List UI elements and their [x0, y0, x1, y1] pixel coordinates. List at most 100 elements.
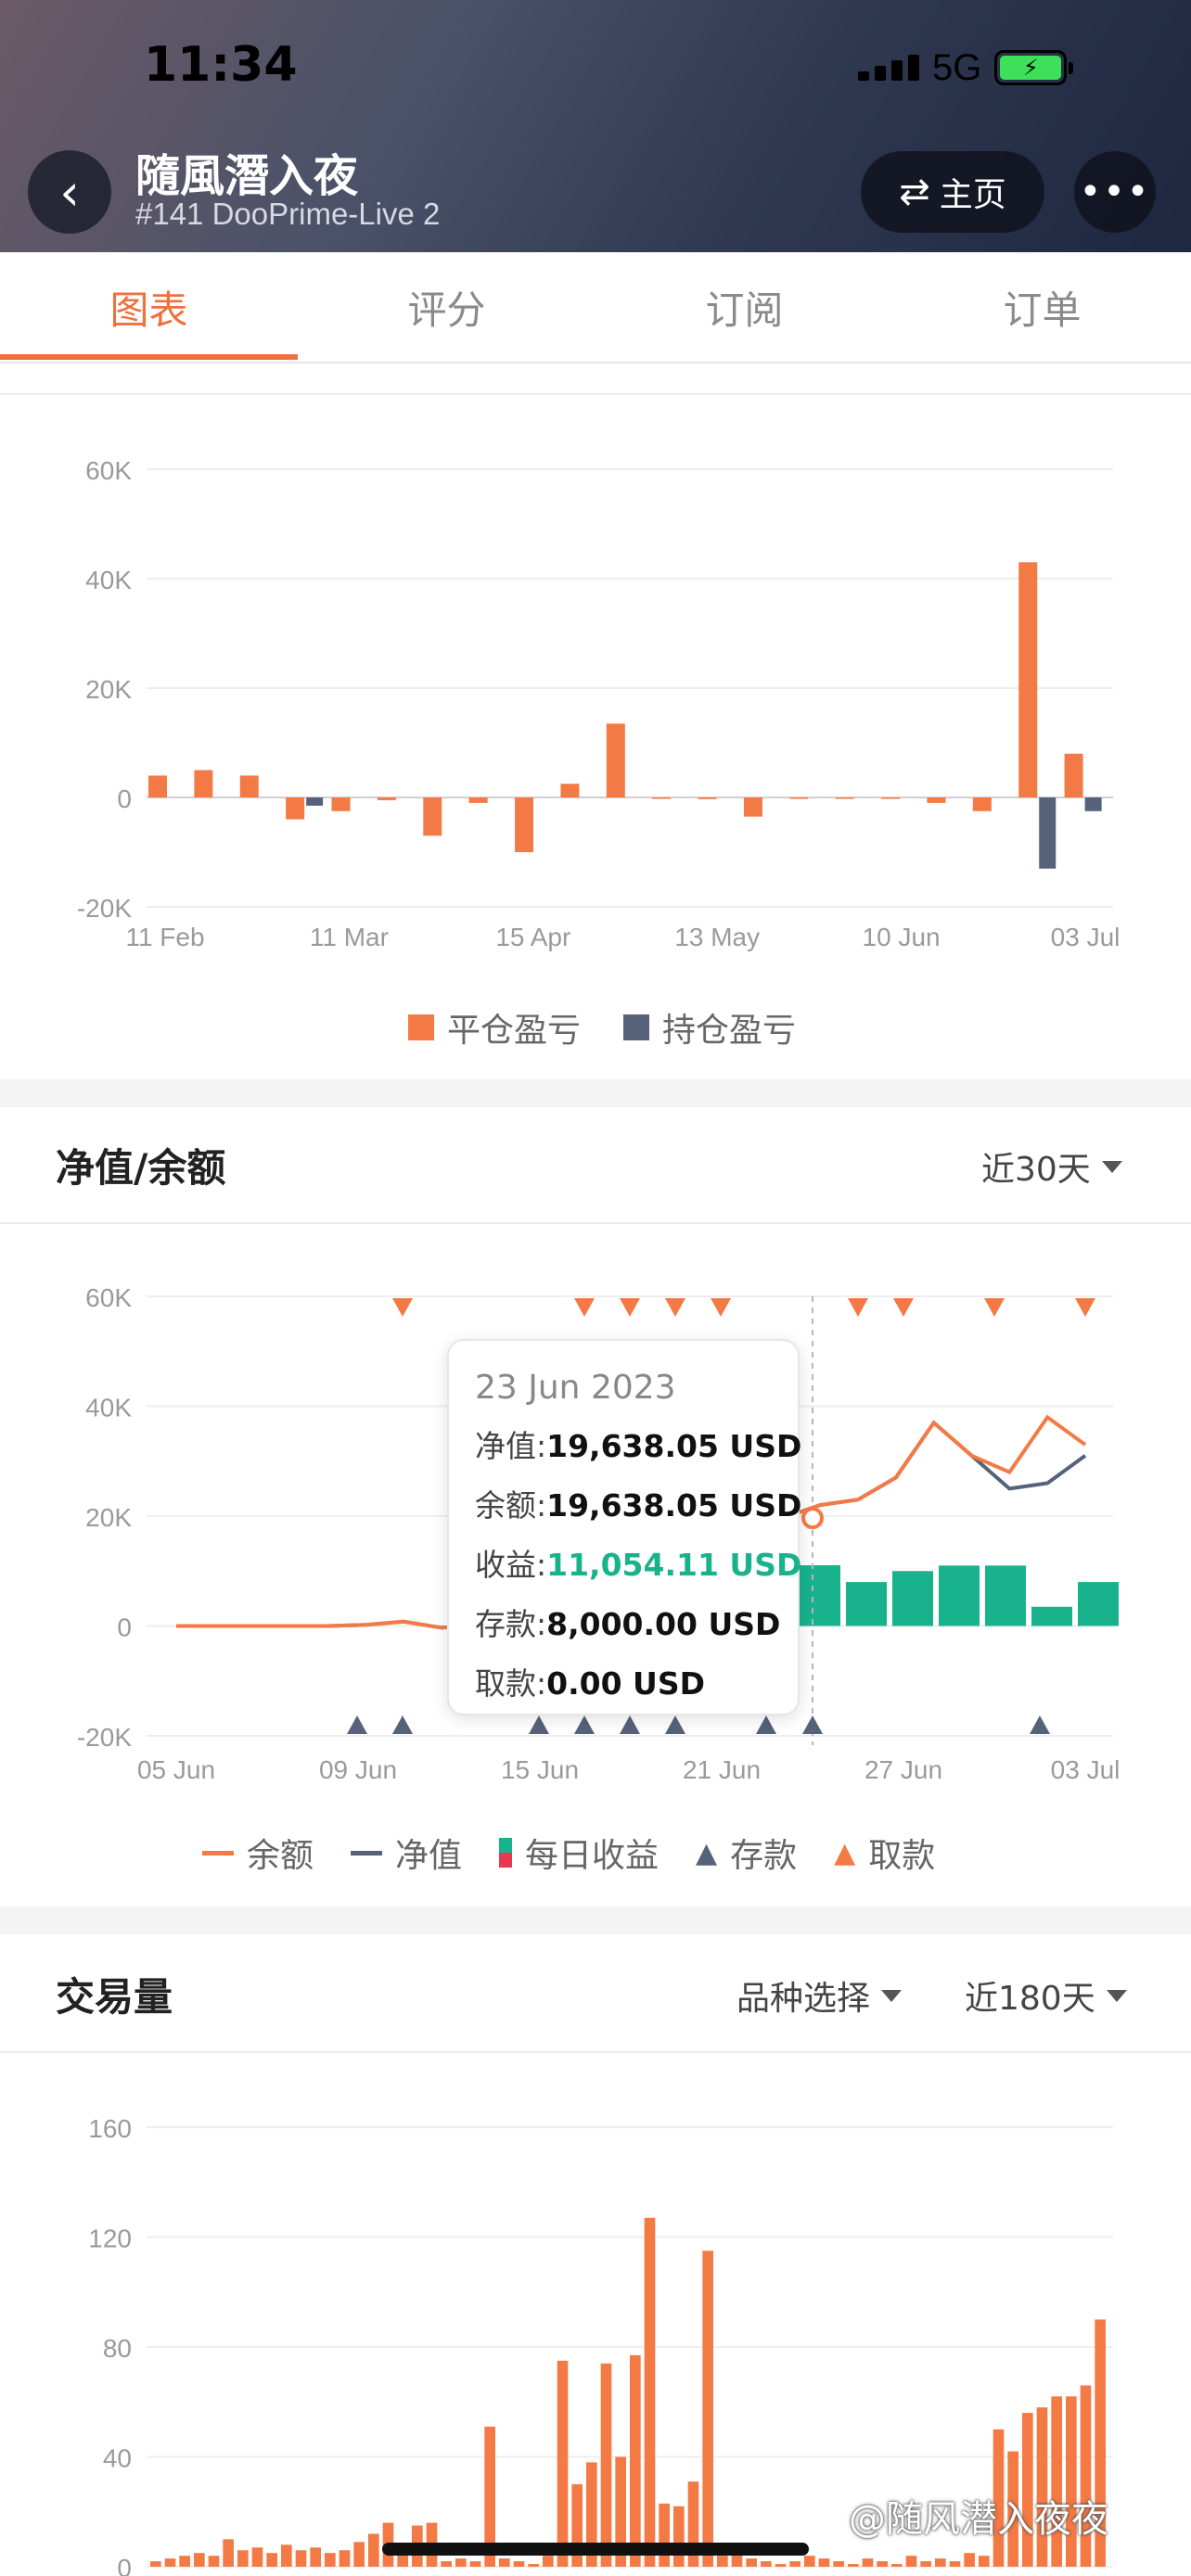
volume-range-dropdown[interactable]: 近180天 — [965, 1971, 1127, 2020]
legend-label: 平仓盈亏 — [447, 1012, 582, 1050]
daily-gain-bar — [939, 1565, 980, 1626]
volume-bar — [702, 2251, 713, 2567]
active-tab-indicator — [0, 354, 298, 360]
equity-legend: 余额 净值 每日收益 ▲ 存款 ▲ 取款 — [202, 1829, 935, 1877]
pnl-bar — [331, 797, 351, 811]
home-button-label: 主页 — [939, 176, 1006, 214]
account-title: 隨風潛入夜 — [135, 150, 359, 202]
y-tick-label: 0 — [117, 1613, 132, 1642]
dropdown-label: 品种选择 — [736, 1980, 871, 2018]
pnl-bar — [148, 775, 167, 797]
withdraw-marker — [620, 1298, 640, 1317]
pnl-bar — [972, 797, 992, 811]
x-tick-label: 09 Jun — [319, 1755, 397, 1784]
legend-withdraw[interactable]: ▲ 取款 — [834, 1829, 935, 1877]
chart-tooltip: 23 Jun 2023 净值:19,638.05 USD 余额:19,638.0… — [447, 1339, 802, 1715]
volume-bar — [964, 2553, 975, 2567]
symbol-filter-dropdown[interactable]: 品种选择 — [736, 1971, 903, 2020]
volume-bar — [717, 2556, 728, 2567]
tab-orders[interactable]: 订单 — [893, 252, 1191, 362]
pnl-bar — [1064, 753, 1083, 797]
volume-section-title: 交易量 — [56, 1974, 173, 2020]
volume-bar — [194, 2553, 205, 2567]
legend-equity[interactable]: 净值 — [351, 1829, 462, 1877]
y-tick-label: 120 — [88, 2225, 132, 2253]
volume-bar — [804, 2556, 815, 2567]
volume-bar — [528, 2564, 539, 2567]
legend-balance[interactable]: 余额 — [202, 1829, 314, 1877]
x-tick-label: 11 Mar — [310, 923, 389, 951]
equity-range-dropdown[interactable]: 近30天 — [981, 1142, 1122, 1191]
y-tick-label: 40K — [85, 566, 132, 594]
volume-bar — [281, 2544, 292, 2567]
volume-bar — [543, 2556, 554, 2567]
watermark: @随风潜入夜夜 — [849, 2498, 1108, 2541]
pnl-bar — [515, 797, 534, 852]
pnl-chart: 60K 40K 20K 0 -20K11 Feb 11 Mar 15 Apr 13 May 10… — [77, 456, 1121, 951]
home-button[interactable]: ⇄ 主页 — [861, 151, 1044, 233]
back-button[interactable]: ‹ — [28, 150, 111, 234]
volume-bar — [368, 2533, 379, 2567]
legend-label: 持仓盈亏 — [662, 1012, 797, 1050]
volume-bar — [557, 2360, 569, 2567]
pnl-bar — [927, 797, 946, 803]
volume-bar — [746, 2558, 757, 2567]
volume-bar — [979, 2556, 990, 2567]
daily-gain-bar — [1031, 1606, 1072, 1626]
tooltip-balance: 余额:19,638.05 USD — [475, 1487, 802, 1524]
pnl-bar — [194, 770, 213, 797]
legend-label: 余额 — [247, 1837, 314, 1875]
deposit-marker — [756, 1715, 776, 1734]
y-tick-label: 20K — [85, 675, 132, 704]
y-tick-label: 60K — [85, 1283, 132, 1312]
legend-closed-pnl[interactable]: 平仓盈亏 — [408, 1003, 581, 1052]
volume-bar — [455, 2558, 467, 2567]
x-tick-label: 15 Apr — [495, 923, 570, 951]
volume-bar — [862, 2558, 874, 2567]
legend-swatch — [623, 1014, 650, 1040]
x-tick-label: 03 Jul — [1051, 923, 1121, 951]
volume-bar — [223, 2539, 234, 2567]
volume-bar — [266, 2553, 277, 2567]
swap-icon: ⇄ — [899, 171, 930, 213]
volume-bar — [179, 2556, 190, 2567]
pnl-bar — [698, 797, 717, 799]
daily-gain-bar — [1078, 1582, 1119, 1626]
dropdown-label: 近30天 — [981, 1151, 1091, 1189]
volume-bar — [295, 2550, 307, 2567]
pnl-bar — [560, 784, 580, 797]
pnl-bar — [743, 797, 762, 817]
open-pnl-bar — [306, 797, 324, 806]
pnl-bar — [835, 797, 854, 799]
divider — [0, 1222, 1191, 1224]
tab-subscribe[interactable]: 订阅 — [596, 252, 893, 362]
volume-bar — [600, 2363, 612, 2567]
deposit-marker — [665, 1715, 685, 1734]
more-button[interactable]: ••• — [1074, 151, 1156, 233]
x-tick-label: 11 Feb — [125, 923, 204, 951]
volume-bar — [310, 2547, 321, 2567]
legend-deposit[interactable]: ▲ 存款 — [696, 1829, 797, 1877]
volume-bar — [469, 2561, 481, 2567]
pnl-bar — [468, 797, 488, 803]
legend-label: 每日收益 — [525, 1837, 660, 1875]
tooltip-withdraw: 取款:0.00 USD — [475, 1665, 705, 1702]
y-tick-label: 60K — [85, 456, 132, 485]
withdraw-marker — [984, 1298, 1005, 1317]
volume-bar — [1036, 2407, 1048, 2567]
home-indicator[interactable] — [382, 2543, 809, 2556]
x-tick-label: 13 May — [674, 923, 760, 951]
tab-chart[interactable]: 图表 — [0, 252, 298, 362]
volume-bar — [935, 2558, 946, 2567]
legend-daily-gain[interactable]: 每日收益 — [499, 1829, 659, 1877]
legend-open-pnl[interactable]: 持仓盈亏 — [623, 1003, 796, 1052]
legend-swatch — [202, 1850, 234, 1855]
y-tick-label: 40 — [103, 2444, 132, 2473]
withdraw-marker — [665, 1298, 685, 1317]
y-tick-label: -20K — [77, 894, 132, 923]
daily-gain-bar — [800, 1565, 840, 1626]
volume-bar — [891, 2564, 903, 2567]
volume-bar — [164, 2558, 176, 2567]
tab-score[interactable]: 评分 — [298, 252, 596, 362]
triangle-up-icon: ▲ — [834, 1836, 856, 1869]
